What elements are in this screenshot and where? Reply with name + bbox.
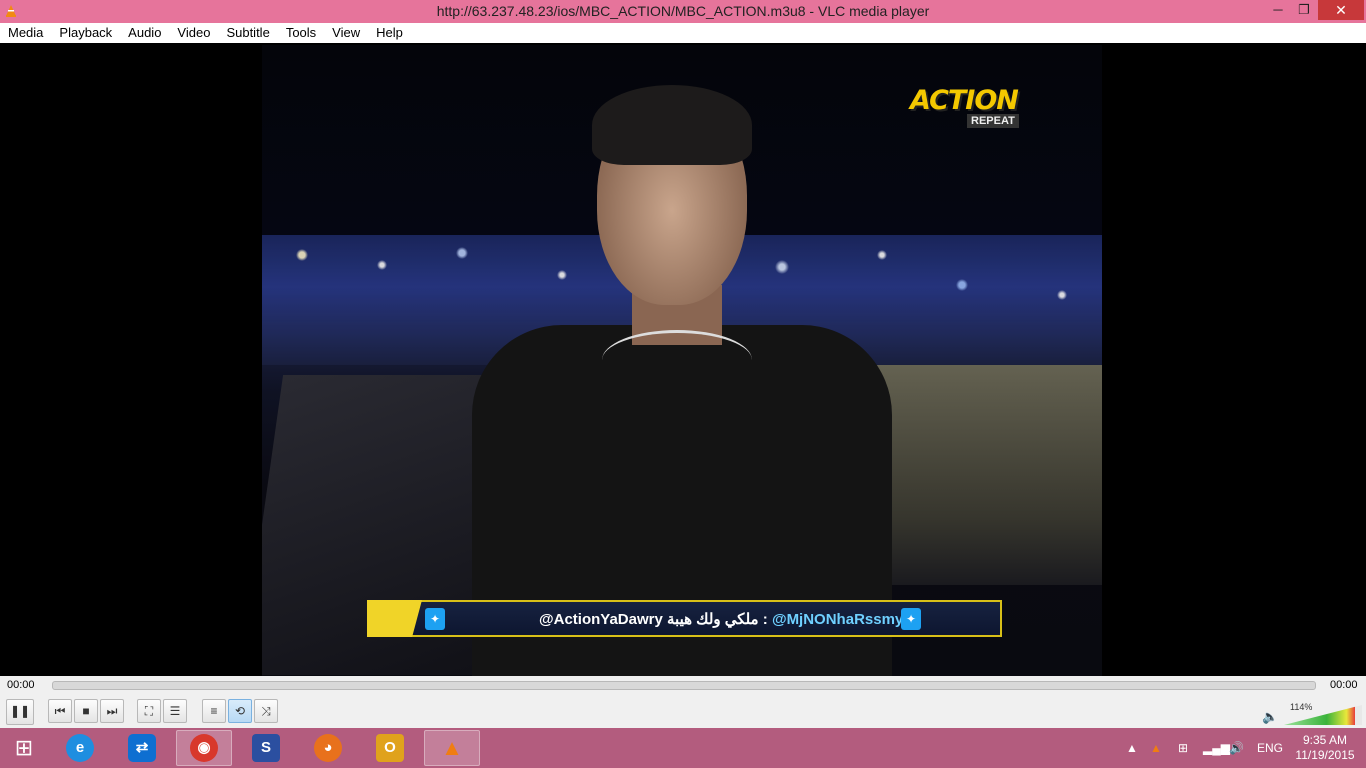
volume-tray-icon[interactable]: 🔊 <box>1229 728 1244 768</box>
fullscreen-button[interactable]: ⛶ <box>137 699 161 723</box>
pause-button[interactable]: ❚❚ <box>6 699 34 725</box>
ticker-text: @ActionYaDawry ملكي ولك هيبة : @MjNONhaR… <box>539 610 903 628</box>
shuffle-icon: ⤨ <box>261 704 271 718</box>
menu-tools[interactable]: Tools <box>278 23 324 43</box>
ticker-separator: : <box>758 611 772 628</box>
menu-audio[interactable]: Audio <box>120 23 169 43</box>
twitter-icon: ✦ <box>901 608 921 630</box>
channel-logo-badge: REPEAT <box>967 114 1019 128</box>
speaker-icon[interactable]: 🔈 <box>1262 709 1278 725</box>
seek-slider[interactable] <box>52 681 1316 690</box>
network-icon[interactable]: ▂▄▆ <box>1203 728 1230 768</box>
chrome-icon: ◉ <box>190 734 218 762</box>
title-bar: http://63.237.48.23/ios/MBC_ACTION/MBC_A… <box>0 0 1366 23</box>
loop-button[interactable]: ⟲ <box>228 699 252 723</box>
control-toolbar: ❚❚ ⏮ ■ ⏭ ⛶ ☰ ≡ ⟲ ⤨ 🔈 114% <box>0 696 1366 728</box>
loop-icon: ⟲ <box>234 704 246 718</box>
video-area[interactable]: ACTION REPEAT ✦ @ActionYaDawry ملكي ولك … <box>0 43 1366 676</box>
taskbar-app-scheduler[interactable]: S <box>238 730 294 766</box>
playlist-button[interactable]: ≡ <box>202 699 226 723</box>
fullscreen-icon: ⛶ <box>144 704 154 718</box>
menu-playback[interactable]: Playback <box>51 23 120 43</box>
extended-settings-button[interactable]: ☰ <box>163 699 187 723</box>
taskbar-app-outlook[interactable]: O <box>362 730 418 766</box>
taskbar: ⊞ e ⇄ ◉ S ◕ O ▲ ▲ ▲ ⊞ ▂▄▆ 🔊 ENG 9:35 AM … <box>0 728 1366 768</box>
taskbar-app-chrome[interactable]: ◉ <box>176 730 232 766</box>
close-button[interactable]: ✕ <box>1318 0 1364 20</box>
firefox-icon: ◕ <box>314 734 342 762</box>
stop-button[interactable]: ■ <box>74 699 98 723</box>
action-center-icon[interactable]: ⊞ <box>1178 728 1188 768</box>
teamviewer-icon: ⇄ <box>128 734 156 762</box>
previous-icon: ⏮ <box>54 704 66 718</box>
pause-icon: ❚❚ <box>9 704 31 718</box>
menu-subtitle[interactable]: Subtitle <box>218 23 277 43</box>
vlc-cone-icon: ▲ <box>441 735 463 760</box>
playlist-icon: ≡ <box>210 704 218 718</box>
ticker-message: @ActionYaDawry ملكي ولك هيبة <box>539 611 759 628</box>
previous-button[interactable]: ⏮ <box>48 699 72 723</box>
channel-logo-text: ACTION <box>910 85 1019 116</box>
menu-view[interactable]: View <box>324 23 368 43</box>
time-elapsed[interactable]: 00:00 <box>7 679 35 691</box>
tweet-ticker: ✦ @ActionYaDawry ملكي ولك هيبة : @MjNONh… <box>367 600 1002 637</box>
menu-media[interactable]: Media <box>0 23 51 43</box>
menu-help[interactable]: Help <box>368 23 411 43</box>
channel-logo: ACTION REPEAT <box>910 85 1025 131</box>
next-button[interactable]: ⏭ <box>100 699 124 723</box>
language-indicator[interactable]: ENG <box>1257 728 1283 768</box>
taskbar-app-firefox[interactable]: ◕ <box>300 730 356 766</box>
equalizer-icon: ☰ <box>169 704 181 718</box>
scheduler-icon: S <box>252 734 280 762</box>
next-icon: ⏭ <box>106 704 118 718</box>
system-clock[interactable]: 9:35 AM 11/19/2015 <box>1290 733 1360 763</box>
window-title: http://63.237.48.23/ios/MBC_ACTION/MBC_A… <box>436 3 930 19</box>
taskbar-app-vlc[interactable]: ▲ <box>424 730 480 766</box>
maximize-button[interactable]: ❐ <box>1290 0 1318 20</box>
video-presenter <box>472 85 892 676</box>
twitter-icon: ✦ <box>425 608 445 630</box>
tray-vlc-icon[interactable]: ▲ <box>1150 728 1162 768</box>
clock-time: 9:35 AM <box>1302 733 1348 747</box>
menu-bar: Media Playback Audio Video Subtitle Tool… <box>0 23 1366 43</box>
seek-bar-row: 00:00 00:00 <box>0 676 1366 696</box>
stop-icon: ■ <box>82 704 90 718</box>
windows-start-icon[interactable]: ⊞ <box>4 734 44 762</box>
menu-video[interactable]: Video <box>169 23 218 43</box>
taskbar-app-teamviewer[interactable]: ⇄ <box>114 730 170 766</box>
internet-explorer-icon: e <box>66 734 94 762</box>
shuffle-button[interactable]: ⤨ <box>254 699 278 723</box>
video-frame[interactable]: ACTION REPEAT ✦ @ActionYaDawry ملكي ولك … <box>262 45 1102 676</box>
ticker-tab <box>367 600 422 637</box>
tray-overflow-icon[interactable]: ▲ <box>1126 728 1138 768</box>
clock-date: 11/19/2015 <box>1295 748 1355 762</box>
minimize-button[interactable]: ─ <box>1264 0 1292 20</box>
outlook-icon: O <box>376 734 404 762</box>
ticker-handle: @MjNONhaRssmy <box>771 611 904 628</box>
time-total[interactable]: 00:00 <box>1330 679 1358 691</box>
volume-control[interactable]: 🔈 114% <box>1262 700 1366 726</box>
taskbar-app-internet-explorer[interactable]: e <box>52 730 108 766</box>
volume-percent: 114% <box>1290 702 1313 712</box>
